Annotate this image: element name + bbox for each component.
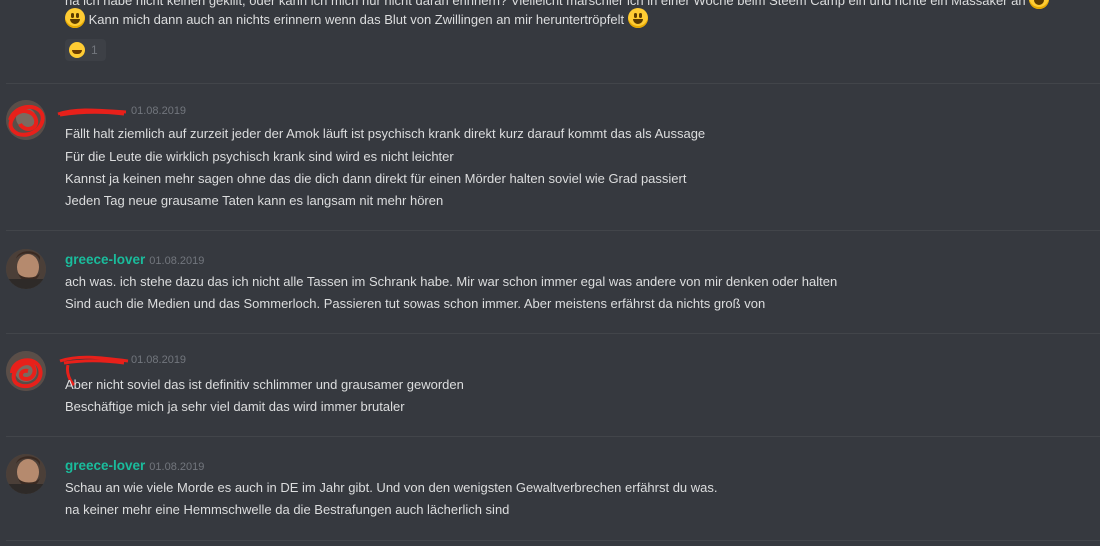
message-divider [6,436,1100,437]
message-divider [6,230,1100,231]
message-line: Schau an wie viele Morde es auch in DE i… [65,480,718,495]
timestamp: 01.08.2019 [149,461,205,473]
message-line: na keiner mehr eine Hemmschwelle da die … [65,502,510,517]
message-header: greece-lover 01.08.2019 [65,252,204,268]
smiley-emoji-icon [627,8,648,28]
message-line: Aber nicht soviel das ist definitiv schl… [65,377,464,392]
message-line: Sind auch die Medien und das Sommerloch.… [65,296,766,311]
message-line: Kannst ja keinen mehr sagen ohne das die… [65,171,687,186]
reaction-count: 1 [91,43,98,57]
username[interactable]: greece-lover [65,252,145,267]
username[interactable]: greece-lover [65,458,145,473]
message-divider [6,83,1100,84]
message-line: ach was. ich stehe dazu das ich nicht al… [65,274,838,289]
message-line: Für die Leute die wirklich psychisch kra… [65,149,454,164]
message-line: Jeden Tag neue grausame Taten kann es la… [65,193,444,208]
message-divider [6,333,1100,334]
avatar[interactable] [6,100,46,140]
avatar[interactable] [6,454,46,494]
smiley-emoji-icon [1029,0,1050,9]
avatar[interactable] [6,249,46,289]
joy-emoji-icon [69,42,85,58]
message-divider [6,540,1100,541]
reaction-button[interactable]: 1 [65,39,106,61]
message-line: Beschäftige mich ja sehr viel damit das … [65,399,405,414]
message-line: Kann mich dann auch an nichts erinnern w… [65,8,648,31]
message-header: 01.08.2019 [65,105,186,121]
timestamp: 01.08.2019 [131,354,187,366]
smiley-emoji-icon [65,8,85,28]
message-line: Fällt halt ziemlich auf zurzeit jeder de… [65,126,706,141]
timestamp: 01.08.2019 [149,255,205,267]
timestamp: 01.08.2019 [131,105,187,117]
message-header: greece-lover 01.08.2019 [65,458,204,474]
avatar[interactable] [6,351,46,391]
message-header: 01.08.2019 [65,354,186,370]
